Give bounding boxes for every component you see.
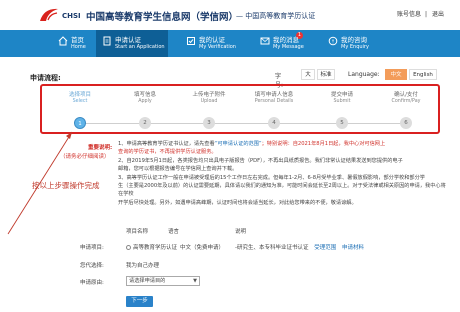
note-3-continued-2: 开学后尽快处理。另外，如遇申请高峰期，认证时间也将会适当延长，对此给您带来的不便… — [118, 199, 357, 206]
col-lang-header: 语言 — [168, 229, 180, 235]
col-desc-header: 说明 — [235, 229, 247, 235]
important-notes: 1、申请高等教育学历证书认证，请先查看“可申请认证的范围”；特别说明：自2021… — [118, 140, 448, 207]
note-2-continued: 邮箱，您可以根据报告编号在学信网上查询并下载。 — [118, 166, 238, 173]
materials-link[interactable]: 申请材料 — [342, 245, 364, 251]
note-3-text: 3、高等学历认证工作一般在申请被受理后的15个工作日左右完成。但每年1-2月、6… — [118, 174, 425, 181]
note-1-text: 1、申请高等教育学历证书认证，请先查看 — [118, 141, 215, 147]
col-item-header: 项目名称 — [126, 229, 149, 235]
scope-link[interactable]: 受理范围 — [314, 245, 336, 251]
apply-item-name: 高等教育学历认证 — [133, 245, 178, 251]
purpose-select[interactable]: 请选择申请目的 ▼ — [126, 276, 200, 286]
note-3-continued: 生（主要是2000年及以前）的认证需要延期，具体请以我们的通知为准，可能时间会延… — [118, 183, 446, 198]
apply-desc-text: -研究生、本专科毕业证书认证 — [235, 245, 309, 251]
annotation-text: 按以上步骤操作完成 — [32, 181, 100, 190]
note-1-continued: 查询的学历证书，不再提供学历认证服务。 — [118, 149, 217, 156]
apply-item-desc: -研究生、本专科毕业证书认证 受理范围 申请材料 — [235, 243, 364, 251]
next-step-button[interactable]: 下一步 — [126, 296, 153, 307]
radio-icon[interactable] — [126, 245, 131, 250]
apply-item-label: 申请项目: — [80, 245, 104, 251]
notes-label: 重要说明: — [88, 145, 113, 151]
note-2-text: 2、自2019年5月1日起，各类报告均只出具电子版报告（PDF），不再出具纸质报… — [118, 157, 403, 164]
note-1-special: ；特别说明：自2021年8月1日起，我中心对可信网上 — [261, 141, 386, 147]
purpose-select-value: 请选择申请目的 — [129, 278, 166, 284]
notes-sublabel: （请务必仔细阅读） — [60, 154, 110, 160]
applicant-value: 我为自己办理 — [126, 263, 160, 269]
applicant-label: 您代选择: — [80, 263, 104, 269]
note-1-link[interactable]: “可申请认证的范围” — [215, 141, 262, 147]
apply-item-option[interactable]: 高等教育学历认证 — [126, 243, 177, 251]
apply-item-lang: 中文（免费申请） — [180, 245, 225, 251]
chevron-down-icon: ▼ — [193, 278, 197, 284]
purpose-label: 申请原由: — [80, 280, 104, 286]
